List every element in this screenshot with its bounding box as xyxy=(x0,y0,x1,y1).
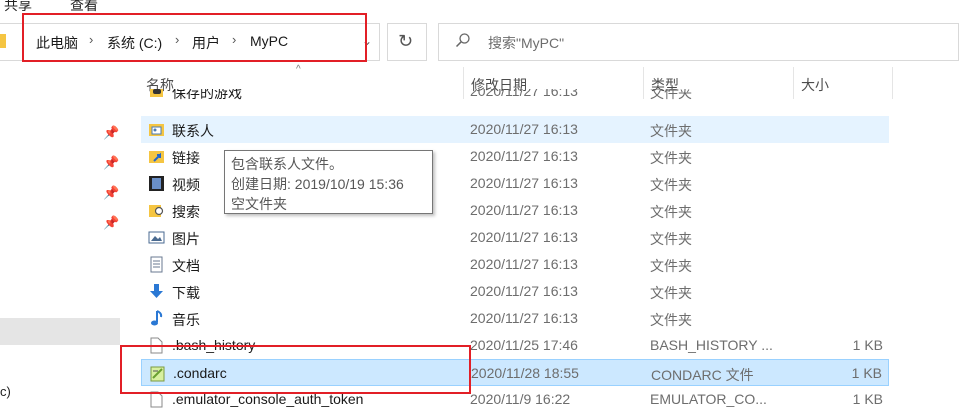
tooltip-line: 包含联系人文件。 xyxy=(231,156,343,172)
saved-games-icon xyxy=(150,89,163,97)
annotation-box-address xyxy=(22,13,367,62)
sort-up-icon: ^ xyxy=(296,64,301,75)
pin-icon[interactable]: 📌 xyxy=(103,155,119,171)
tooltip: 包含联系人文件。 创建日期: 2019/10/19 15:36 空文件夹 xyxy=(224,150,433,214)
documents-folder-icon xyxy=(150,256,163,273)
navigation-pane xyxy=(0,64,120,418)
downloads-folder-icon xyxy=(150,284,163,298)
pin-icon[interactable]: 📌 xyxy=(103,215,119,231)
search-icon xyxy=(455,33,470,48)
list-item[interactable]: 保存的游戏 2020/11/27 16:13 文件夹 xyxy=(141,89,889,111)
list-item[interactable]: 图片 2020/11/27 16:13 文件夹 xyxy=(141,224,889,251)
pictures-folder-icon xyxy=(148,231,165,244)
tooltip-line: 空文件夹 xyxy=(231,196,287,212)
videos-folder-icon xyxy=(149,176,164,191)
music-folder-icon xyxy=(151,310,163,326)
pin-icon[interactable]: 📌 xyxy=(103,125,119,141)
links-folder-icon xyxy=(149,151,164,163)
contacts-folder-icon xyxy=(149,124,164,136)
column-divider[interactable] xyxy=(892,67,893,99)
list-item[interactable]: 下载 2020/11/27 16:13 文件夹 xyxy=(141,278,889,305)
nav-item-partial[interactable]: c) xyxy=(0,384,11,399)
searches-folder-icon xyxy=(149,205,164,217)
ribbon-tabs: 共享 查看 xyxy=(0,0,959,14)
tab-view[interactable]: 查看 xyxy=(70,0,98,14)
search-placeholder: 搜索"MyPC" xyxy=(488,35,565,51)
refresh-icon: ↻ xyxy=(398,31,414,51)
list-item[interactable]: 文档 2020/11/27 16:13 文件夹 xyxy=(141,251,889,278)
folder-icon xyxy=(0,34,6,48)
nav-selected-item[interactable] xyxy=(0,318,120,345)
list-item[interactable]: 联系人 2020/11/27 16:13 文件夹 xyxy=(141,116,889,143)
pin-icon[interactable]: 📌 xyxy=(103,185,119,201)
annotation-box-condarc xyxy=(120,345,471,394)
tab-share[interactable]: 共享 xyxy=(4,0,32,14)
tooltip-line: 创建日期: 2019/10/19 15:36 xyxy=(231,176,404,192)
list-item[interactable]: 音乐 2020/11/27 16:13 文件夹 xyxy=(141,305,889,332)
